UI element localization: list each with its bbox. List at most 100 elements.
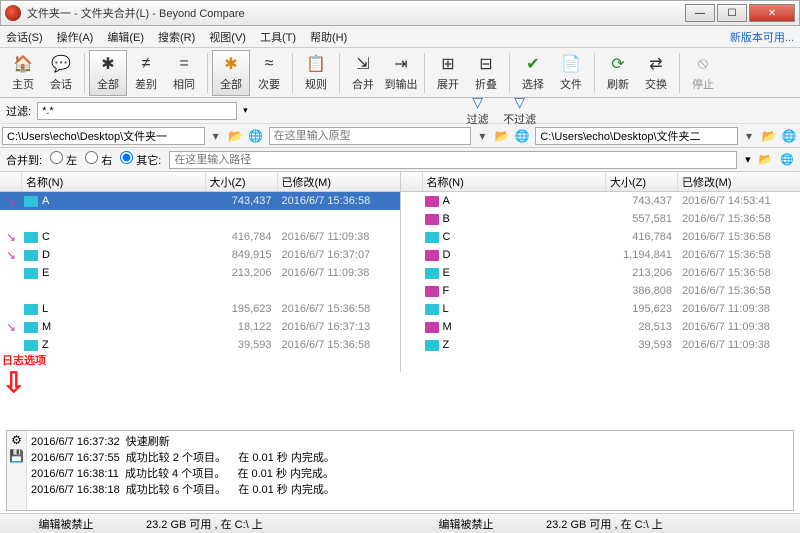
stop-button[interactable]: ⦸停止 (684, 50, 722, 96)
files-button[interactable]: 📄文件 (552, 50, 590, 96)
table-row[interactable]: ↘M18,1222016/6/7 16:37:13 (0, 318, 400, 336)
table-row[interactable]: D 1,194,8412016/6/7 15:36:58 (401, 246, 800, 264)
right-pane: 名称(N) 大小(Z) 已修改(M) A743,4372016/6/7 14:5… (401, 172, 800, 372)
log-pane: ⚙ 💾 2016/6/7 16:37:32 快速刷新2016/6/7 16:37… (6, 430, 794, 511)
diff-button[interactable]: ≠差别 (127, 50, 165, 96)
right-path-input[interactable] (535, 127, 738, 145)
col-size[interactable]: 大小(Z) (206, 172, 278, 191)
globe-icon[interactable]: 🌐 (247, 127, 265, 145)
table-row[interactable]: C416,7842016/6/7 15:36:58 (401, 228, 800, 246)
menu-tools[interactable]: 工具(T) (260, 29, 296, 45)
row-modified: 2016/6/7 16:37:13 (278, 321, 400, 333)
menu-edit[interactable]: 编辑(E) (107, 29, 144, 45)
rules-button[interactable]: 📋规则 (297, 50, 335, 96)
filter-input[interactable] (37, 102, 237, 120)
column-header: 名称(N) 大小(Z) 已修改(M) (401, 172, 800, 192)
col-name[interactable]: 名称(N) (22, 172, 206, 191)
row-name: L (443, 303, 449, 315)
swap-button[interactable]: ⇄交换 (637, 50, 675, 96)
no-filter-button[interactable]: ▽不过滤 (502, 94, 538, 127)
minimize-button[interactable]: — (685, 4, 715, 22)
table-row[interactable]: ↘D849,9152016/6/7 16:37:07 (0, 246, 400, 264)
collapse-button[interactable]: ⊟折叠 (467, 50, 505, 96)
table-row[interactable]: B557,5812016/6/7 15:36:58 (401, 210, 800, 228)
status-right-a: 编辑被禁止 (406, 516, 526, 532)
row-modified: 2016/6/7 15:36:58 (678, 249, 800, 261)
table-row[interactable]: E213,2062016/6/7 11:09:38 (0, 264, 400, 282)
comparison-panes: 名称(N) 大小(Z) 已修改(M) ↘A743,4372016/6/7 15:… (0, 172, 800, 372)
globe-icon[interactable]: 🌐 (780, 153, 794, 166)
radio-right[interactable]: 右 (85, 151, 112, 168)
merge-button[interactable]: ⇲合并 (344, 50, 382, 96)
save-icon[interactable]: 💾 (9, 449, 24, 463)
col-modified[interactable]: 已修改(M) (278, 172, 400, 191)
session-button[interactable]: 💬会话 (42, 50, 80, 96)
center-path-input[interactable] (269, 127, 472, 145)
log-line: 2016/6/7 16:37:55 成功比较 2 个项目。 在 0.01 秒 内… (31, 449, 789, 465)
folder-icon (24, 268, 38, 279)
all-button[interactable]: ✱全部 (89, 50, 127, 96)
close-button[interactable]: ✕ (749, 4, 795, 22)
globe-icon[interactable]: 🌐 (780, 127, 798, 145)
table-row[interactable]: ↘C416,7842016/6/7 11:09:38 (0, 228, 400, 246)
update-link[interactable]: 新版本可用... (730, 29, 794, 45)
dropdown-icon[interactable]: ▾ (207, 127, 225, 145)
session-icon: 💬 (51, 54, 71, 74)
row-name: D (443, 249, 451, 261)
log-list: 2016/6/7 16:37:32 快速刷新2016/6/7 16:37:55 … (27, 431, 793, 510)
browse-icon[interactable]: 📂 (759, 153, 773, 166)
menu-view[interactable]: 视图(V) (209, 29, 246, 45)
row-modified: 2016/6/7 15:36:58 (278, 195, 400, 207)
dropdown-icon[interactable]: ▾ (473, 127, 491, 145)
col-modified[interactable]: 已修改(M) (678, 172, 800, 191)
menu-bar: 会话(S) 操作(A) 编辑(E) 搜索(R) 视图(V) 工具(T) 帮助(H… (0, 26, 800, 48)
table-row[interactable]: F386,8082016/6/7 15:36:58 (401, 282, 800, 300)
minor-button[interactable]: ≈次要 (250, 50, 288, 96)
maximize-button[interactable]: ☐ (717, 4, 747, 22)
row-name: E (443, 267, 450, 279)
expand-button[interactable]: ⊞展开 (429, 50, 467, 96)
table-row[interactable]: M28,5132016/6/7 11:09:38 (401, 318, 800, 336)
dropdown-icon[interactable]: ▾ (740, 127, 758, 145)
filter-button[interactable]: ▽过滤 (460, 94, 496, 127)
gear-icon[interactable]: ⚙ (11, 433, 22, 447)
folder-icon (425, 232, 439, 243)
row-size: 1,194,841 (606, 249, 678, 261)
browse-icon[interactable]: 📂 (493, 127, 511, 145)
select-button[interactable]: ✔选择 (514, 50, 552, 96)
globe-icon[interactable]: 🌐 (513, 127, 531, 145)
star-icon: ✱ (221, 54, 241, 74)
table-row[interactable]: A743,4372016/6/7 14:53:41 (401, 192, 800, 210)
col-name[interactable]: 名称(N) (423, 172, 607, 191)
merge-path-input[interactable] (169, 151, 737, 169)
dropdown-icon[interactable]: ▾ (243, 105, 248, 116)
row-name: E (42, 267, 49, 279)
col-size[interactable]: 大小(Z) (606, 172, 678, 191)
same-button[interactable]: =相同 (165, 50, 203, 96)
table-row[interactable] (0, 210, 400, 228)
left-path-input[interactable] (2, 127, 205, 145)
refresh-button[interactable]: ⟳刷新 (599, 50, 637, 96)
radio-other[interactable]: 其它: (120, 151, 161, 168)
browse-icon[interactable]: 📂 (760, 127, 778, 145)
menu-session[interactable]: 会话(S) (6, 29, 43, 45)
table-row[interactable]: L195,6232016/6/7 15:36:58 (0, 300, 400, 318)
table-row[interactable]: Z39,5932016/6/7 11:09:38 (401, 336, 800, 354)
browse-icon[interactable]: 📂 (227, 127, 245, 145)
all2-button[interactable]: ✱全部 (212, 50, 250, 96)
menu-actions[interactable]: 操作(A) (57, 29, 94, 45)
export-button[interactable]: ⇥到输出 (382, 50, 420, 96)
dropdown-icon[interactable]: ▾ (745, 153, 751, 166)
row-size: 213,206 (206, 267, 278, 279)
table-row[interactable]: L195,6232016/6/7 11:09:38 (401, 300, 800, 318)
home-button[interactable]: 🏠主页 (4, 50, 42, 96)
arrow-icon: ↘ (6, 320, 16, 334)
table-row[interactable]: Z39,5932016/6/7 15:36:58 (0, 336, 400, 354)
table-row[interactable]: ↘A743,4372016/6/7 15:36:58 (0, 192, 400, 210)
table-row[interactable]: E213,2062016/6/7 15:36:58 (401, 264, 800, 282)
radio-left[interactable]: 左 (50, 151, 77, 168)
title-bar: 文件夹一 - 文件夹合并(L) - Beyond Compare — ☐ ✕ (0, 0, 800, 26)
table-row[interactable] (0, 282, 400, 300)
menu-help[interactable]: 帮助(H) (310, 29, 347, 45)
menu-search[interactable]: 搜索(R) (158, 29, 195, 45)
